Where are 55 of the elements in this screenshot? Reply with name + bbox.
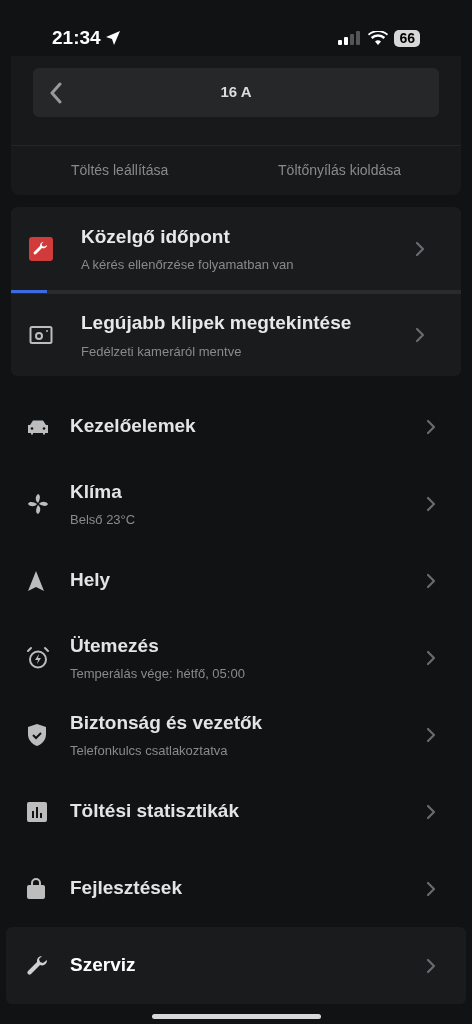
chevron-right-icon <box>426 495 436 512</box>
wifi-icon <box>368 30 389 46</box>
bar-chart-icon <box>26 800 48 823</box>
menu-title: Hely <box>70 568 112 593</box>
wrench-icon <box>26 953 50 978</box>
shield-check-icon <box>26 722 48 747</box>
menu-title: Kezelőelemek <box>70 414 197 439</box>
charge-action-button[interactable]: Töltés leállítása <box>71 160 169 181</box>
chevron-right-icon <box>426 726 436 743</box>
chevron-right-icon <box>426 803 436 820</box>
charge-action-button[interactable]: Töltőnyílás kioldása <box>278 160 401 181</box>
menu-item[interactable]: Ütemezés Temperálás vége: hétfő, 05:00 <box>0 619 472 696</box>
menu-item[interactable]: Szerviz <box>6 927 466 1004</box>
car-icon <box>26 418 50 435</box>
fan-icon <box>26 491 50 516</box>
info-row[interactable]: Legújabb klipek megtekintése Fedélzeti kameráról mentve <box>11 293 461 376</box>
navigation-arrow-icon <box>26 569 46 592</box>
menu-item[interactable]: Fejlesztések <box>0 850 472 927</box>
menu-item[interactable]: Kezelőelemek <box>0 388 472 465</box>
chevron-right-icon <box>426 572 436 589</box>
menu-item[interactable]: Klíma Belső 23°C <box>0 465 472 542</box>
alarm-clock-icon <box>26 645 50 670</box>
row-subtitle: Fedélzeti kameráról mentve <box>81 342 243 361</box>
chevron-right-icon <box>426 880 436 897</box>
row-subtitle: A kérés ellenőrzése folyamatban van <box>81 256 295 274</box>
chevron-right-icon <box>415 240 425 257</box>
signal-icon <box>338 31 363 45</box>
menu-title: Szerviz <box>70 953 137 978</box>
chevron-right-icon <box>426 649 436 666</box>
menu-title: Fejlesztések <box>70 876 183 901</box>
chevron-right-icon <box>415 327 425 343</box>
chevron-left-icon[interactable] <box>49 81 63 104</box>
battery-level: 66 <box>394 29 420 47</box>
camera-icon <box>29 325 53 345</box>
row-title: Legújabb klipek megtekintése <box>81 311 353 335</box>
menu-title: Biztonság és vezetők <box>70 710 264 735</box>
menu-item[interactable]: Hely <box>0 542 472 619</box>
menu-title: Klíma <box>70 479 123 504</box>
menu-subtitle: Telefonkulcs csatlakoztatva <box>70 742 229 760</box>
chevron-right-icon <box>426 957 436 974</box>
menu-item[interactable]: Biztonság és vezetők Telefonkulcs csatlakoztatva <box>0 696 472 773</box>
chevron-right-icon <box>426 418 436 435</box>
menu-subtitle: Belső 23°C <box>70 511 137 529</box>
shopping-bag-icon <box>26 877 46 900</box>
menu-title: Ütemezés <box>70 633 160 658</box>
menu-subtitle: Temperálás vége: hétfő, 05:00 <box>70 665 246 683</box>
info-row[interactable]: Közelgő időpont A kérés ellenőrzése folyamatban van <box>11 207 461 290</box>
clock-time: 21:34 <box>52 25 101 50</box>
amperage-stepper[interactable]: 16 A <box>33 68 439 117</box>
location-arrow-icon <box>104 30 121 46</box>
amperage-value: 16 A <box>220 82 252 103</box>
row-title: Közelgő időpont <box>81 224 231 249</box>
wrench-icon <box>29 236 53 261</box>
menu-title: Töltési statisztikák <box>70 799 240 824</box>
menu-item[interactable]: Töltési statisztikák <box>0 773 472 850</box>
